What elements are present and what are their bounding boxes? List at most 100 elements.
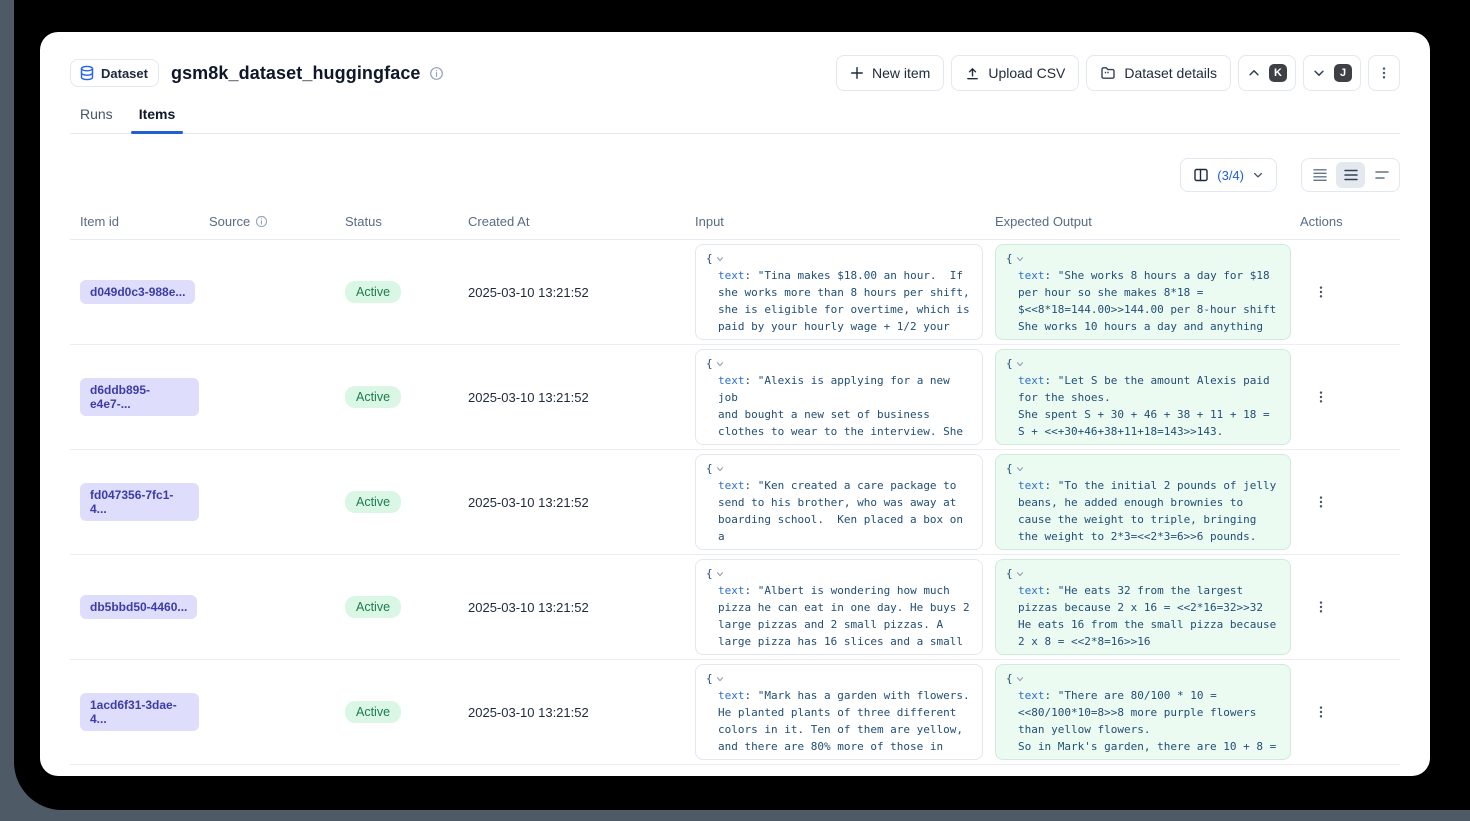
input-json-preview[interactable]: { text: "Alexis is applying for a new jo… xyxy=(695,349,983,445)
kbd-k: K xyxy=(1269,64,1287,82)
upload-icon xyxy=(965,66,980,81)
collapse-chevron-icon[interactable] xyxy=(715,674,725,684)
chevron-down-icon xyxy=(1252,169,1264,181)
more-actions-button[interactable] xyxy=(1368,55,1400,91)
row-actions-button[interactable] xyxy=(1308,698,1334,726)
created-at: 2025-03-10 13:21:52 xyxy=(458,600,685,615)
next-item-button[interactable]: J xyxy=(1303,55,1361,91)
table-body: d049d0c3-988e... Active 2025-03-10 13:21… xyxy=(70,240,1400,765)
output-key: text xyxy=(1018,689,1045,702)
table-row: d049d0c3-988e... Active 2025-03-10 13:21… xyxy=(70,240,1400,345)
collapse-chevron-icon[interactable] xyxy=(1015,569,1025,579)
kebab-icon xyxy=(1314,389,1328,405)
tab-runs[interactable]: Runs xyxy=(72,98,121,133)
prev-item-button[interactable]: K xyxy=(1238,55,1296,91)
chevron-up-icon xyxy=(1247,66,1261,80)
col-header-created-at[interactable]: Created At xyxy=(458,214,685,229)
created-at: 2025-03-10 13:21:52 xyxy=(458,390,685,405)
input-json-preview[interactable]: { text: "Ken created a care package to s… xyxy=(695,454,983,550)
expected-output-json-preview[interactable]: { text: "She works 8 hours a day for $18… xyxy=(995,244,1291,340)
row-actions-button[interactable] xyxy=(1308,593,1334,621)
plus-icon xyxy=(850,66,864,80)
collapse-chevron-icon[interactable] xyxy=(715,464,725,474)
item-id-badge[interactable]: fd047356-7fc1-4... xyxy=(80,483,199,521)
output-key: text xyxy=(1018,269,1045,282)
page-title: gsm8k_dataset_huggingface xyxy=(171,63,421,84)
table-row: 1acd6f31-3dae-4... Active 2025-03-10 13:… xyxy=(70,660,1400,765)
row-actions-button[interactable] xyxy=(1308,488,1334,516)
col-header-status[interactable]: Status xyxy=(335,214,458,229)
item-id-badge[interactable]: d6ddb895-e4e7-... xyxy=(80,378,199,416)
expected-output-json-preview[interactable]: { text: "There are 80/100 * 10 = <<80/10… xyxy=(995,664,1291,760)
row-height-small-button[interactable] xyxy=(1305,162,1334,188)
kebab-icon xyxy=(1314,704,1328,720)
output-key: text xyxy=(1018,479,1045,492)
item-id-badge[interactable]: d049d0c3-988e... xyxy=(80,280,195,304)
input-key: text xyxy=(718,479,745,492)
dataset-type-badge: Dataset xyxy=(70,59,159,87)
title-info-icon[interactable] xyxy=(429,66,444,81)
collapse-chevron-icon[interactable] xyxy=(1015,254,1025,264)
input-json-preview[interactable]: { text: "Albert is wondering how much pi… xyxy=(695,559,983,655)
input-json-preview[interactable]: { text: "Mark has a garden with flowers.… xyxy=(695,664,983,760)
row-height-medium-button[interactable] xyxy=(1336,162,1365,188)
page-header: Dataset gsm8k_dataset_huggingface New it… xyxy=(70,54,1400,92)
dataset-badge-label: Dataset xyxy=(101,66,148,81)
row-actions-button[interactable] xyxy=(1308,383,1334,411)
collapse-chevron-icon[interactable] xyxy=(715,359,725,369)
created-at: 2025-03-10 13:21:52 xyxy=(458,285,685,300)
kebab-icon xyxy=(1314,494,1328,510)
col-header-expected-output[interactable]: Expected Output xyxy=(985,214,1290,229)
table-header-row: Item id Source Status Created At Input E… xyxy=(70,204,1400,240)
tab-items[interactable]: Items xyxy=(131,98,184,133)
new-item-button[interactable]: New item xyxy=(836,55,944,91)
input-key: text xyxy=(718,269,745,282)
header-actions: New item Upload CSV Dataset details K J xyxy=(836,55,1400,91)
collapse-chevron-icon[interactable] xyxy=(715,569,725,579)
created-at: 2025-03-10 13:21:52 xyxy=(458,705,685,720)
kbd-j: J xyxy=(1334,64,1352,82)
expected-output-json-preview[interactable]: { text: "To the initial 2 pounds of jell… xyxy=(995,454,1291,550)
row-actions-button[interactable] xyxy=(1308,278,1334,306)
input-key: text xyxy=(718,584,745,597)
col-header-source[interactable]: Source xyxy=(199,214,335,229)
database-icon xyxy=(79,65,95,81)
items-table: Item id Source Status Created At Input E… xyxy=(70,204,1400,765)
source-info-icon[interactable] xyxy=(255,215,268,228)
status-badge: Active xyxy=(345,701,401,723)
rows-small-icon xyxy=(1312,167,1328,183)
input-json-preview[interactable]: { text: "Tina makes $18.00 an hour. If s… xyxy=(695,244,983,340)
status-badge: Active xyxy=(345,386,401,408)
col-header-input[interactable]: Input xyxy=(685,214,985,229)
dataset-details-button[interactable]: Dataset details xyxy=(1086,55,1231,91)
col-header-actions: Actions xyxy=(1290,214,1400,229)
item-id-badge[interactable]: 1acd6f31-3dae-4... xyxy=(80,693,199,731)
folder-icon xyxy=(1100,65,1116,81)
kebab-icon xyxy=(1314,599,1328,615)
item-id-badge[interactable]: db5bbd50-4460... xyxy=(80,595,197,619)
kebab-icon xyxy=(1314,284,1328,300)
row-height-large-button[interactable] xyxy=(1367,162,1396,188)
columns-selector-button[interactable]: (3/4) xyxy=(1180,158,1277,192)
chevron-down-icon xyxy=(1312,66,1326,80)
collapse-chevron-icon[interactable] xyxy=(1015,464,1025,474)
col-header-item-id[interactable]: Item id xyxy=(70,214,199,229)
table-row: db5bbd50-4460... Active 2025-03-10 13:21… xyxy=(70,555,1400,660)
input-key: text xyxy=(718,374,745,387)
collapse-chevron-icon[interactable] xyxy=(1015,674,1025,684)
status-badge: Active xyxy=(345,281,401,303)
created-at: 2025-03-10 13:21:52 xyxy=(458,495,685,510)
rows-medium-icon xyxy=(1343,167,1359,183)
collapse-chevron-icon[interactable] xyxy=(1015,359,1025,369)
upload-csv-button[interactable]: Upload CSV xyxy=(951,55,1079,91)
expected-output-json-preview[interactable]: { text: "Let S be the amount Alexis paid… xyxy=(995,349,1291,445)
columns-count: (3/4) xyxy=(1217,168,1244,183)
status-badge: Active xyxy=(345,596,401,618)
collapse-chevron-icon[interactable] xyxy=(715,254,725,264)
kebab-icon xyxy=(1377,65,1391,81)
expected-output-json-preview[interactable]: { text: "He eats 32 from the largest piz… xyxy=(995,559,1291,655)
app-window: Dataset gsm8k_dataset_huggingface New it… xyxy=(40,32,1430,776)
output-key: text xyxy=(1018,584,1045,597)
output-key: text xyxy=(1018,374,1045,387)
table-row: d6ddb895-e4e7-... Active 2025-03-10 13:2… xyxy=(70,345,1400,450)
